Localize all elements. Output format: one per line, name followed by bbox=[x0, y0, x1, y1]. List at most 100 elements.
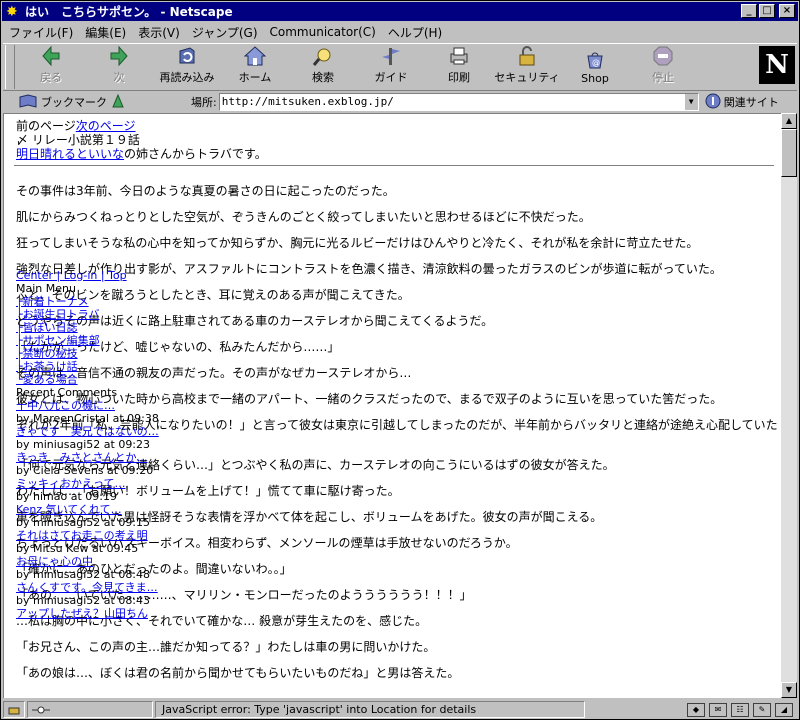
sidebar-text: by Ciela Sevens at 09:20 bbox=[16, 464, 154, 477]
search-button[interactable]: 検索 bbox=[289, 44, 357, 90]
reload-icon bbox=[175, 45, 199, 67]
menu-view[interactable]: 表示(V) bbox=[132, 24, 186, 41]
menu-bar: ファイル(F) 編集(E) 表示(V) ジャンプ(G) Communicator… bbox=[3, 22, 799, 42]
reload-label: 再読み込み bbox=[159, 71, 215, 84]
search-icon bbox=[311, 45, 335, 67]
sidebar-link[interactable]: ぎゃです 実兄ではないの… bbox=[16, 426, 159, 438]
sidebar-text: by himao at 09:19 bbox=[16, 490, 117, 503]
scroll-up-button[interactable]: ▲ bbox=[781, 113, 797, 129]
stop-icon bbox=[651, 45, 675, 67]
sidebar-link[interactable]: 十中八九この機に… bbox=[16, 400, 115, 412]
location-toolbar: ブックマーク 場所: http://mitsuken.exblog.jp/ ▼ … bbox=[3, 91, 797, 113]
close-button[interactable]: × bbox=[779, 4, 795, 18]
sidebar-link[interactable]: アップしたぜえ？山田ちん bbox=[16, 608, 148, 620]
related-sites-button[interactable]: 関連サイト bbox=[705, 93, 779, 112]
sidebar-link[interactable]: ├皆ぽい日誌 bbox=[16, 322, 78, 334]
composer-icon[interactable]: ✎ bbox=[753, 702, 771, 717]
sidebar-link[interactable]: ├お誕生日トラバ bbox=[16, 309, 100, 321]
location-url: http://mitsuken.exblog.jp/ bbox=[221, 95, 394, 108]
window-title: はい こちらサポセン。 - Netscape bbox=[25, 5, 233, 19]
sidebar-link[interactable]: ├サポセン編集部 bbox=[16, 335, 100, 347]
security-button[interactable]: セキュリティ bbox=[493, 44, 561, 90]
menu-file[interactable]: ファイル(F) bbox=[3, 24, 79, 41]
stop-button[interactable]: 停止 bbox=[629, 44, 697, 90]
related-sites-icon bbox=[705, 93, 721, 112]
sidebar-text: by Mitsu Kew at 09:45 bbox=[16, 542, 139, 555]
svg-text:@: @ bbox=[592, 58, 600, 67]
stop-label: 停止 bbox=[652, 71, 674, 84]
lock-icon bbox=[515, 45, 539, 67]
scroll-down-button[interactable]: ▼ bbox=[781, 682, 797, 698]
story-paragraph: 「あの娘は…、ぼくは君の名前から聞かせてもらいたいものだね」と男は答えた。 bbox=[16, 666, 460, 680]
location-dropdown-icon[interactable]: ▼ bbox=[683, 94, 698, 110]
divider bbox=[14, 165, 774, 167]
forward-arrow-icon bbox=[107, 45, 131, 67]
sidebar-link[interactable]: Center | Log-in | Top bbox=[16, 270, 127, 282]
guide-label: ガイド bbox=[374, 71, 408, 84]
trackback-link[interactable]: 明日晴れるといいな bbox=[16, 147, 124, 161]
sidebar-link[interactable]: Kenz 気いてくれて… bbox=[16, 504, 122, 516]
status-message: JavaScript error: Type 'javascript' into… bbox=[155, 701, 585, 718]
sidebar-text: by miniusagi52 at 09:23 bbox=[16, 438, 151, 451]
security-status-icon[interactable] bbox=[3, 701, 25, 718]
menu-go[interactable]: ジャンプ(G) bbox=[186, 24, 264, 41]
print-label: 印刷 bbox=[448, 71, 470, 84]
reload-button[interactable]: 再読み込み bbox=[153, 44, 221, 90]
location-input[interactable]: http://mitsuken.exblog.jp/ ▼ bbox=[218, 93, 699, 111]
back-button[interactable]: 戻る bbox=[17, 44, 85, 90]
toolbar-grip[interactable] bbox=[5, 45, 15, 89]
sidebar-link[interactable]: ├お茶うけ話 bbox=[16, 361, 78, 373]
menu-help[interactable]: ヘルプ(H) bbox=[382, 24, 448, 41]
scroll-thumb[interactable] bbox=[781, 129, 797, 177]
menu-edit[interactable]: 編集(E) bbox=[79, 24, 132, 41]
resize-grip-icon[interactable]: ◢ bbox=[775, 702, 793, 717]
sidebar-link[interactable]: ├禁断の秘技 bbox=[16, 348, 78, 360]
sidebar-link[interactable]: それはさてお走この考え明 bbox=[16, 530, 148, 542]
navigation-toolbar: 戻る 次 再読み込み ホーム 検索 ガイド 印刷 セキュリティ @ Shop 停… bbox=[3, 43, 797, 91]
title-bar: はい こちらサポセン。 - Netscape _ □ × bbox=[2, 2, 798, 21]
sidebar-text: Recent Comments bbox=[16, 386, 118, 399]
vertical-scrollbar[interactable]: ▲ ▼ bbox=[781, 113, 797, 698]
progress-bar bbox=[27, 701, 153, 718]
sidebar-text: Main Menu bbox=[16, 282, 76, 295]
netscape-app-icon[interactable] bbox=[5, 4, 21, 20]
sidebar-link[interactable]: きっき みさとさんとか… bbox=[16, 452, 148, 464]
story-paragraph: 肌にからみつくねっとりとした空気が、ぞうきんのごとく絞ってしまいたいと思わせるほ… bbox=[16, 210, 591, 224]
shop-button[interactable]: @ Shop bbox=[561, 44, 629, 90]
print-icon bbox=[447, 45, 471, 67]
back-label: 戻る bbox=[40, 71, 62, 84]
location-label: 場所: bbox=[191, 96, 217, 109]
maximize-button[interactable]: □ bbox=[759, 4, 775, 18]
print-button[interactable]: 印刷 bbox=[425, 44, 493, 90]
sidebar-link[interactable]: └愛ある場合 bbox=[16, 374, 78, 386]
sidebar-link[interactable]: お母にゃ心の中 bbox=[16, 556, 93, 568]
mail-icon[interactable]: ✉ bbox=[709, 702, 727, 717]
story-paragraph: 狂ってしまいそうな私の心中を知ってか知らずか、胸元に光るルビーだけはひんやりと冷… bbox=[16, 236, 699, 250]
prev-page-text: 前のページ bbox=[16, 119, 76, 133]
sidebar-link[interactable]: ├新着トーナメ bbox=[16, 296, 89, 308]
forward-button[interactable]: 次 bbox=[85, 44, 153, 90]
netscape-logo[interactable]: N bbox=[759, 46, 795, 84]
bookmark-book-icon bbox=[19, 93, 37, 111]
minimize-button[interactable]: _ bbox=[741, 4, 757, 18]
guide-button[interactable]: ガイド bbox=[357, 44, 425, 90]
menu-communicator[interactable]: Communicator(C) bbox=[264, 25, 382, 39]
sidebar-text: by MareenCristal at 09:38 bbox=[16, 412, 159, 425]
bookmarks-button[interactable]: ブックマーク bbox=[19, 93, 111, 111]
page-proxy-icon[interactable] bbox=[111, 93, 125, 112]
discussion-icon[interactable]: ☷ bbox=[731, 702, 749, 717]
home-icon bbox=[243, 45, 267, 67]
next-page-link[interactable]: 次のページ bbox=[76, 119, 136, 133]
shop-label: Shop bbox=[581, 72, 609, 85]
connection-icon bbox=[32, 706, 50, 713]
sidebar-text: by miniusagi52 at 08:48 bbox=[16, 568, 151, 581]
guide-icon bbox=[379, 45, 403, 67]
browser-window: はい こちらサポセン。 - Netscape _ □ × ファイル(F) 編集(… bbox=[0, 0, 800, 720]
sidebar-link[interactable]: さんくすです。今見てきま… bbox=[16, 582, 158, 594]
sidebar-link[interactable]: ミッキィおかえって… bbox=[16, 478, 125, 490]
home-button[interactable]: ホーム bbox=[221, 44, 289, 90]
security-label: セキュリティ bbox=[494, 71, 560, 84]
component-bar: ◆ ✉ ☷ ✎ ◢ bbox=[687, 702, 793, 717]
page-content: 前のページ次のページ 〆 リレー小説第１９話 明日晴れるといいなの姉さんからトラ… bbox=[3, 113, 781, 698]
navigator-icon[interactable]: ◆ bbox=[687, 702, 705, 717]
